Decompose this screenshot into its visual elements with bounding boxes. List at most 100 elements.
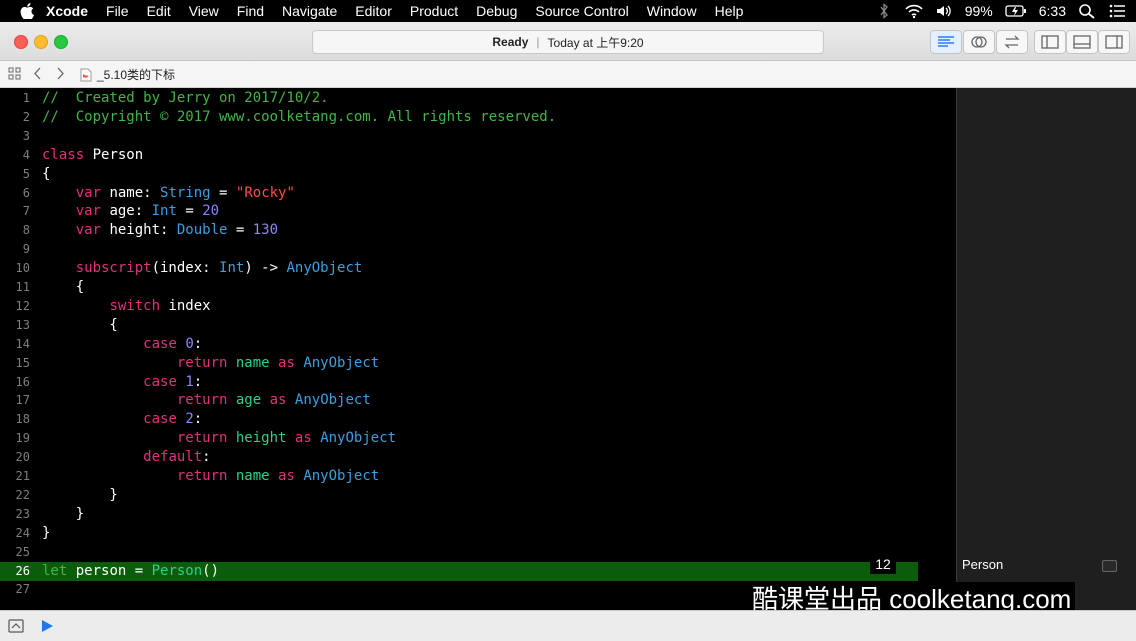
source-editor[interactable]: 1 // Created by Jerry on 2017/10/2. 2 // Co…	[0, 88, 956, 610]
code-line[interactable]: 8 var height: Double = 130	[0, 221, 956, 240]
code-line[interactable]: 11 {	[0, 278, 956, 297]
volume-icon[interactable]	[935, 3, 953, 19]
code-line[interactable]: 21 return name as AnyObject	[0, 467, 956, 486]
menu-product[interactable]: Product	[410, 3, 458, 19]
code-line[interactable]: 7 var age: Int = 20	[0, 202, 956, 221]
assistant-editor-button[interactable]	[963, 30, 995, 54]
code-line[interactable]: 13 {	[0, 316, 956, 335]
menu-window[interactable]: Window	[647, 3, 697, 19]
menu-find[interactable]: Find	[237, 3, 264, 19]
code-line[interactable]: 14 case 0:	[0, 335, 956, 354]
code-token: // Copyright © 2017 www.coolketang.com. …	[42, 108, 557, 125]
code-token: let	[42, 562, 68, 579]
code-line[interactable]: 20 default:	[0, 448, 956, 467]
menu-app-name[interactable]: Xcode	[46, 3, 88, 19]
menu-debug[interactable]: Debug	[476, 3, 517, 19]
code-line[interactable]: 4 class Person	[0, 146, 956, 165]
result-value[interactable]: Person	[962, 557, 1003, 572]
menu-source-control[interactable]: Source Control	[535, 3, 628, 19]
code-line[interactable]: 3	[0, 127, 956, 146]
code-token: return	[176, 430, 228, 447]
bluetooth-icon[interactable]	[875, 3, 893, 19]
chevron-left-icon[interactable]	[33, 67, 43, 80]
status-separator: |	[536, 35, 540, 49]
line-number: 13	[15, 317, 30, 332]
toggle-debug-area-button[interactable]	[1066, 30, 1098, 54]
code-line[interactable]: 1 // Created by Jerry on 2017/10/2.	[0, 89, 956, 108]
code-token: age:	[101, 203, 152, 220]
notification-center-icon[interactable]	[1108, 3, 1126, 19]
minimize-window-button[interactable]	[34, 35, 48, 49]
code-token: age	[235, 392, 262, 409]
spotlight-search-icon[interactable]	[1078, 3, 1096, 19]
line-number: 6	[22, 185, 30, 200]
code-line[interactable]: 25	[0, 543, 956, 562]
code-text: {	[42, 316, 118, 335]
console-toggle-icon[interactable]	[8, 619, 24, 633]
wifi-icon[interactable]	[905, 3, 923, 19]
toggle-utilities-button[interactable]	[1098, 30, 1130, 54]
code-line[interactable]: 2 // Copyright © 2017 www.coolketang.com.…	[0, 108, 956, 127]
swift-file-icon	[80, 68, 92, 81]
zoom-window-button[interactable]	[54, 35, 68, 49]
grid-icon[interactable]	[8, 67, 21, 80]
toggle-navigator-button[interactable]	[1034, 30, 1066, 54]
menu-view[interactable]: View	[189, 3, 219, 19]
menu-file[interactable]: File	[106, 3, 129, 19]
debug-area-panel-icon	[1073, 35, 1091, 49]
code-text: }	[42, 505, 84, 524]
code-token: 0	[185, 335, 194, 352]
code-line[interactable]: 24}	[0, 524, 956, 543]
jump-bar-file[interactable]: _5.10类的下标	[80, 66, 175, 83]
status-text: Ready	[492, 35, 529, 49]
menu-help[interactable]: Help	[715, 3, 744, 19]
standard-editor-button[interactable]	[930, 30, 962, 54]
play-icon[interactable]	[40, 619, 54, 633]
code-line[interactable]: 17 return age as AnyObject	[0, 391, 956, 410]
code-line[interactable]: 5{	[0, 165, 956, 184]
line-number: 24	[15, 525, 30, 540]
code-line[interactable]: 6 var name: String = "Rocky"	[0, 184, 956, 203]
code-token: Int	[151, 203, 177, 220]
quick-look-icon[interactable]	[1102, 560, 1117, 572]
code-line[interactable]: 16 case 1:	[0, 373, 956, 392]
code-line[interactable]: 12 switch index	[0, 297, 956, 316]
battery-icon[interactable]	[1005, 3, 1027, 19]
code-token: :	[193, 411, 203, 428]
code-line[interactable]: 9	[0, 240, 956, 259]
code-line[interactable]: 15 return name as AnyObject	[0, 354, 956, 373]
standard-editor-icon	[938, 36, 954, 47]
clock[interactable]: 6:33	[1039, 3, 1066, 19]
line-number: 14	[15, 336, 30, 351]
menu-navigate[interactable]: Navigate	[282, 3, 337, 19]
menu-edit[interactable]: Edit	[147, 3, 171, 19]
code-token: {	[42, 316, 118, 333]
code-line[interactable]: 18 case 2:	[0, 410, 956, 429]
code-line[interactable]: 23 }	[0, 505, 956, 524]
menu-bar: Xcode File Edit View Find Navigate Edito…	[0, 0, 1136, 22]
code-token: ) ->	[244, 260, 287, 277]
apple-logo-icon[interactable]	[20, 3, 34, 19]
menu-editor[interactable]: Editor	[355, 3, 392, 19]
code-text: {	[42, 278, 84, 297]
navigator-panel-icon	[1041, 35, 1059, 49]
version-editor-button[interactable]	[996, 30, 1028, 54]
code-line[interactable]: 10 subscript(index: Int) -> AnyObject	[0, 259, 956, 278]
close-window-button[interactable]	[14, 35, 28, 49]
code-token: Person	[84, 146, 144, 163]
line-number: 26	[15, 563, 30, 578]
chevron-right-icon[interactable]	[55, 67, 65, 80]
line-number: 20	[15, 450, 30, 465]
code-line[interactable]: 19 return height as AnyObject	[0, 429, 956, 448]
line-number: 8	[22, 223, 30, 238]
line-number: 18	[15, 412, 30, 427]
code-line[interactable]: 22 }	[0, 486, 956, 505]
current-line[interactable]: 26 let person = Person()	[0, 561, 918, 581]
code-token: (index:	[151, 260, 220, 277]
code-token: =	[176, 203, 203, 220]
code-token: AnyObject	[294, 392, 371, 409]
code-token: return	[176, 468, 228, 484]
